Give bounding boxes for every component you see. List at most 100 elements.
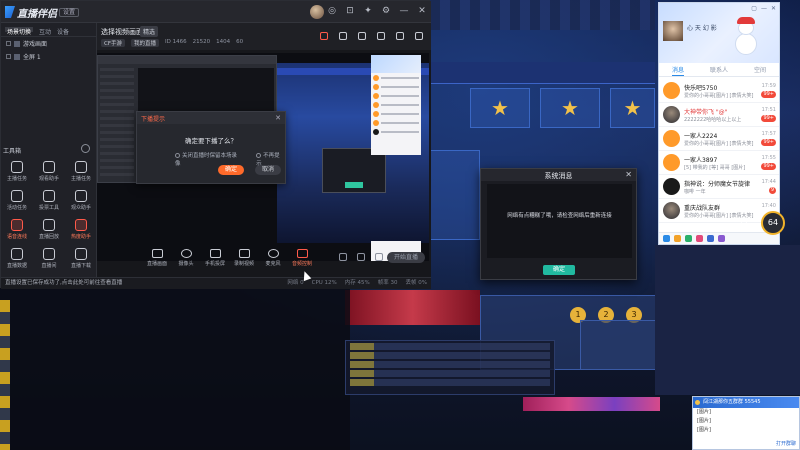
checkbox-icon[interactable] [6,41,11,46]
minimize-icon[interactable]: — [761,5,767,12]
app-shortcut-icon[interactable] [718,235,725,242]
speed-badge[interactable]: 64 [761,211,785,235]
tool-button[interactable]: 直播数据 [1,248,33,269]
minimize-icon[interactable]: — [399,6,409,16]
list-item[interactable]: 全屏 1 [1,50,96,63]
record-button[interactable]: 录制视频 [234,249,254,267]
chat-icon[interactable] [358,32,366,40]
conversation-time: 17:51 [761,107,776,113]
tab-1[interactable]: 联系人 [710,65,728,76]
room-title[interactable]: 选择视频画面 [101,27,143,37]
close-icon[interactable]: ✕ [771,5,776,12]
more-icon[interactable] [415,32,423,40]
wifi-icon[interactable]: ◔ [740,216,756,230]
game-chat-box [345,340,555,395]
group-notification[interactable]: 闯江湖那你五群群 55545 [图片] [图片] [图片] 打开群聊 [692,396,800,450]
list-item[interactable]: 游戏画面 [1,37,96,50]
tab-0[interactable]: 消息 [671,65,684,76]
avatar[interactable] [663,82,680,99]
monitor-icon[interactable]: ◎ [327,6,337,16]
settings-badge[interactable]: 设置 [59,8,80,17]
tool-button[interactable]: 热度助手 [65,219,97,240]
messenger-header[interactable]: 心 天 幻 影 ▢ — ✕ [659,3,779,63]
settings-icon[interactable]: ⚙ [381,6,391,16]
tool-button[interactable]: 主播任务 [65,161,97,182]
tool-button[interactable]: 观众助手 [65,190,97,211]
scene-sidebar: 场景切换 互动 设备 游戏画面 全屏 1 工具箱 主播任务 观看助手 主播任务 活动任务 投票… [1,23,97,277]
app-shortcut-icon[interactable] [696,235,703,242]
gear-icon[interactable] [375,253,383,261]
speaker-button[interactable]: 音频控制 [292,249,312,267]
monitor-button[interactable]: 直播画面 [147,249,167,267]
tab-2[interactable]: 空间 [754,65,766,76]
phone-cast-button[interactable]: 手机投屏 [205,249,225,267]
toolbox-settings-icon[interactable] [81,144,90,153]
screen-icon[interactable]: ⊡ [345,6,355,16]
skin-icon[interactable]: ✦ [363,6,373,16]
tool-icon [11,190,23,202]
avatar[interactable] [663,154,680,171]
avatar[interactable] [663,130,680,147]
maximize-icon[interactable]: ▢ [751,5,757,12]
bell-icon[interactable] [396,32,404,40]
microphone-button[interactable]: 麦克风 [263,249,283,267]
list-item[interactable]: 一家人2224 爱你的小哥哥[图片] [表情大笑] 17:57 99+ [659,127,779,151]
radio-icon[interactable] [175,153,180,158]
app-titlebar[interactable]: 直播伴侣 设置 ◎ ⊡ ✦ ⚙ — ✕ [1,1,431,23]
avatar[interactable] [663,21,683,41]
list-item[interactable]: 一家人3897 [5] 带我的 [等] 哥哥 [图片] 17:55 99+ [659,151,779,175]
tool-button[interactable]: 观看助手 [33,161,65,182]
user-avatar[interactable] [310,5,324,19]
tab-scene-0[interactable]: 场景切换 [5,27,34,36]
radio-icon[interactable] [256,153,262,158]
tool-button[interactable]: 直播下载 [65,248,97,269]
tab-scene-2[interactable]: 设备 [57,27,69,36]
tool-button[interactable]: 活动任务 [1,190,33,211]
user-nickname[interactable]: 心 天 幻 影 [687,23,717,32]
unread-badge: 99+ [761,91,776,98]
confirm-button[interactable]: 确定 [218,165,244,175]
background-window-dark [0,288,350,450]
open-chat-link[interactable]: 打开群聊 [776,440,796,447]
tool-icon [11,248,23,260]
camera-button[interactable]: 摄像头 [176,249,196,267]
room-stat[interactable]: 我的直播 [131,39,160,47]
ok-button[interactable]: 确定 [543,265,575,275]
avatar[interactable] [663,178,680,195]
close-icon[interactable]: ✕ [625,170,632,179]
share-icon[interactable] [377,32,385,40]
taskbar-thumbnail[interactable] [523,397,660,411]
avatar[interactable] [663,106,680,123]
room-stat[interactable]: CF手游 [101,39,126,47]
conversation-snippet: [5] 带我的 [等] 哥哥 [图片] [684,165,746,171]
app-shortcut-icon[interactable] [707,235,714,242]
lock-icon[interactable] [339,32,347,40]
tool-button[interactable]: 语音连线 [1,219,33,240]
system-message-header[interactable]: 系统消息 ✕ [481,169,636,181]
tool-button[interactable]: 投票工具 [33,190,65,211]
tool-button[interactable]: 主播任务 [1,161,33,182]
start-live-button[interactable]: 开始直播 [387,252,425,263]
room-tag[interactable]: 精选 [140,26,159,37]
system-message-dialog: 系统消息 ✕ 网络有点糟糕了哦，请检查网络后重新连接 确定 [480,168,637,280]
eye-icon[interactable] [357,253,365,261]
app-shortcut-icon[interactable] [685,235,692,242]
tool-button[interactable]: 直播回放 [33,219,65,240]
close-icon[interactable]: ✕ [275,114,281,122]
tool-button[interactable]: 直播间 [33,248,65,269]
messenger-footer [659,232,779,244]
gift-icon[interactable] [320,32,328,40]
close-icon[interactable]: ✕ [417,6,427,16]
list-item[interactable]: 指神说：分师魔女节旋律 咖啡 一年 17:44 9 [659,175,779,199]
list-item[interactable]: 大神带你飞 "@" 2222222哈哈哈以上以上 17:51 99+ [659,103,779,127]
avatar[interactable] [663,202,680,219]
tab-scene-1[interactable]: 互动 [39,27,51,36]
record-icon [238,249,250,258]
app-shortcut-icon[interactable] [674,235,681,242]
video-icon[interactable] [339,253,347,261]
app-shortcut-icon[interactable] [663,235,670,242]
list-item[interactable]: 快乐吧5750 爱你的小哥哥[图片] [表情大笑] 17:59 99+ [659,79,779,103]
cancel-button[interactable]: 取消 [255,165,281,175]
status-message[interactable]: 直播设置已保存成功了,点击此处可前往查看直播 [5,280,122,286]
checkbox-icon[interactable] [6,54,11,59]
